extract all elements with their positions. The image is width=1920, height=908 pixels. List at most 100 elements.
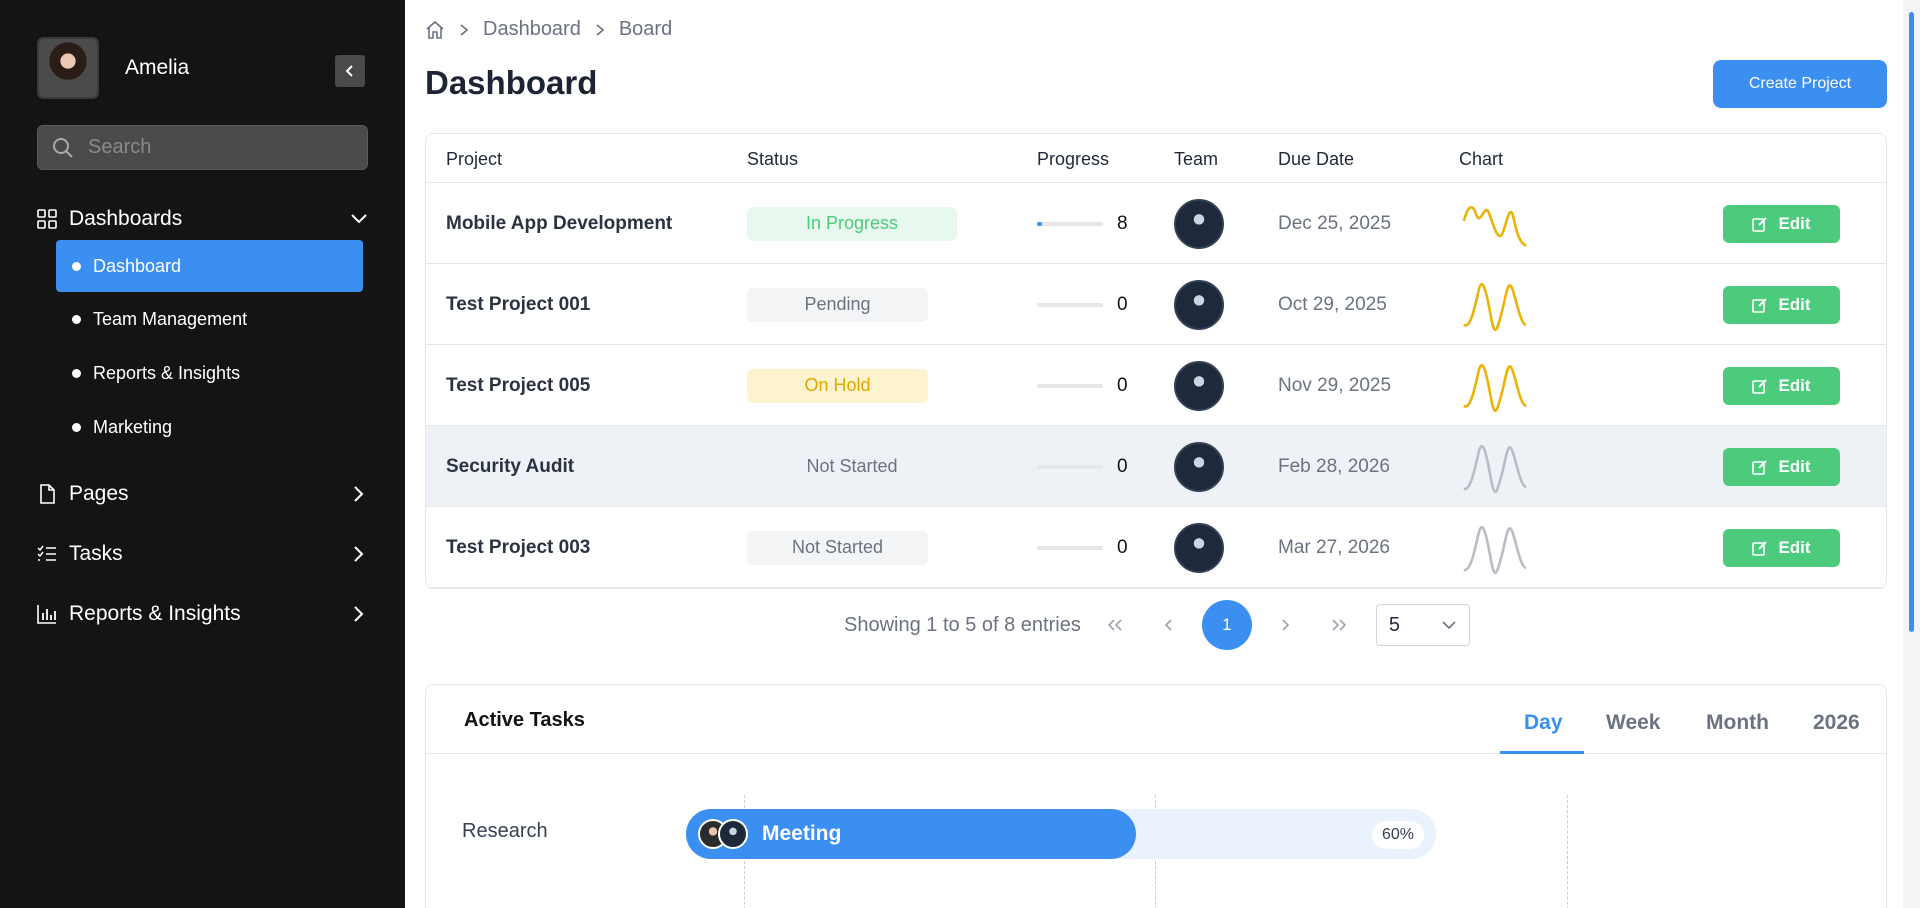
- grid-icon: [37, 209, 57, 229]
- table-row[interactable]: Test Project 001 Pending 0 Oct 29, 2025 Edit: [426, 264, 1886, 345]
- tab-week[interactable]: Week: [1606, 711, 1660, 735]
- status-cell: In Progress: [747, 183, 957, 264]
- table-row[interactable]: Test Project 003 Not Started 0 Mar 27, 2026…: [426, 507, 1886, 588]
- column-header-due-date[interactable]: Due Date: [1278, 149, 1354, 170]
- page-title: Dashboard: [425, 64, 598, 101]
- search-icon: [53, 137, 73, 158]
- sidebar-item-dashboard[interactable]: Dashboard: [56, 240, 363, 292]
- page-size-value: 5: [1388, 613, 1400, 636]
- column-header-progress[interactable]: Progress: [1037, 149, 1109, 170]
- page-size-select[interactable]: 5: [1375, 604, 1470, 646]
- collapse-sidebar-button[interactable]: [335, 55, 365, 87]
- team-cell: [1174, 264, 1224, 345]
- task-category-label: Research: [462, 820, 548, 842]
- project-cell: Test Project 005: [446, 345, 590, 426]
- file-icon: [40, 484, 55, 504]
- column-header-status[interactable]: Status: [747, 149, 798, 170]
- avatar[interactable]: [1174, 522, 1224, 573]
- scrollbar[interactable]: [1903, 0, 1920, 908]
- nav-group-tasks[interactable]: Tasks: [37, 539, 368, 569]
- sidebar-item-team-management[interactable]: Team Management: [56, 293, 363, 345]
- avatar[interactable]: [1174, 279, 1224, 330]
- due-date: Nov 29, 2025: [1278, 374, 1392, 396]
- actions-cell: Edit: [1723, 183, 1840, 264]
- actions-cell: Edit: [1723, 264, 1840, 345]
- progress-cell: 0: [1037, 264, 1128, 345]
- tab-year[interactable]: 2026: [1813, 711, 1860, 735]
- task-progress-label: 60%: [1372, 821, 1424, 849]
- nav-group-reports-insights[interactable]: Reports & Insights: [37, 599, 368, 629]
- edit-label: Edit: [1778, 537, 1811, 557]
- prev-page-icon[interactable]: [1153, 618, 1185, 632]
- breadcrumb-board[interactable]: Board: [619, 18, 672, 41]
- edit-icon: [1752, 540, 1768, 556]
- edit-icon: [1752, 378, 1768, 394]
- team-cell: [1174, 426, 1224, 507]
- chevron-right-icon: [457, 23, 471, 37]
- avatar[interactable]: [1174, 441, 1224, 492]
- list-check-icon: [37, 545, 56, 561]
- avatar[interactable]: [1174, 198, 1224, 249]
- sparkline-path: [1462, 205, 1527, 247]
- last-page-icon[interactable]: [1323, 618, 1355, 632]
- sparkline-chart: [1463, 282, 1527, 331]
- actions-cell: Edit: [1723, 426, 1840, 507]
- status-badge: On Hold: [747, 368, 928, 403]
- edit-button[interactable]: Edit: [1723, 366, 1840, 405]
- table-row[interactable]: Mobile App Development In Progress 8 Dec 25…: [426, 183, 1886, 264]
- edit-button[interactable]: Edit: [1723, 447, 1840, 486]
- scrollbar-thumb[interactable]: [1909, 12, 1914, 632]
- progress-bar: [1037, 464, 1103, 469]
- project-name: Test Project 003: [446, 536, 591, 558]
- sidebar-item-reports-insights[interactable]: Reports & Insights: [56, 347, 363, 399]
- create-project-button[interactable]: Create Project: [1713, 60, 1887, 108]
- sidebar-item-label: Dashboard: [93, 255, 182, 276]
- sparkline-path: [1463, 525, 1527, 574]
- sidebar-item-marketing[interactable]: Marketing: [56, 401, 363, 453]
- task-bar[interactable]: Meeting: [686, 809, 1136, 859]
- status-cell: Not Started: [747, 426, 957, 507]
- table-row[interactable]: Security Audit Not Started 0 Feb 28, 2026 Ed…: [426, 426, 1886, 507]
- search-box[interactable]: [37, 125, 368, 170]
- status-cell: On Hold: [747, 345, 928, 426]
- avatar[interactable]: [1174, 360, 1224, 411]
- nav-group-pages[interactable]: Pages: [37, 479, 368, 509]
- table-row[interactable]: Test Project 005 On Hold 0 Nov 29, 2025 Edit: [426, 345, 1886, 426]
- project-cell: Mobile App Development: [446, 183, 672, 264]
- first-page-icon[interactable]: [1099, 618, 1131, 632]
- progress-cell: 0: [1037, 345, 1128, 426]
- tab-day[interactable]: Day: [1524, 711, 1563, 735]
- active-tasks-header: Active Tasks Day Week Month 2026: [426, 685, 1886, 754]
- edit-button[interactable]: Edit: [1723, 528, 1840, 567]
- page-number-button[interactable]: 1: [1201, 600, 1252, 650]
- column-header-project[interactable]: Project: [446, 149, 502, 170]
- progress-bar: [1037, 545, 1103, 550]
- nav-group-label: Tasks: [69, 542, 123, 565]
- progress-value: 0: [1117, 374, 1128, 396]
- sidebar-item-label: Reports & Insights: [93, 362, 241, 383]
- breadcrumb-dashboard[interactable]: Dashboard: [483, 18, 581, 41]
- chevron-down-icon: [1442, 621, 1456, 630]
- due-date-cell: Feb 28, 2026: [1278, 426, 1390, 507]
- sparkline-path: [1463, 444, 1527, 493]
- search-input[interactable]: [88, 136, 348, 159]
- edit-label: Edit: [1778, 456, 1811, 476]
- progress-value: 0: [1117, 293, 1128, 315]
- sparkline-chart: [1463, 525, 1527, 574]
- home-icon[interactable]: [425, 20, 445, 40]
- edit-button[interactable]: Edit: [1723, 285, 1840, 324]
- project-cell: Test Project 001: [446, 264, 590, 345]
- tab-month[interactable]: Month: [1706, 711, 1769, 735]
- user-profile[interactable]: Amelia: [37, 37, 189, 99]
- next-page-icon[interactable]: [1269, 618, 1301, 632]
- nav-group-dashboards[interactable]: Dashboards: [37, 204, 368, 234]
- status-badge: Not Started: [806, 456, 898, 476]
- actions-cell: Edit: [1723, 507, 1840, 588]
- team-cell: [1174, 183, 1224, 264]
- active-tab-indicator: [1500, 751, 1584, 754]
- column-header-chart[interactable]: Chart: [1459, 149, 1503, 170]
- edit-button[interactable]: Edit: [1723, 204, 1840, 243]
- column-header-team[interactable]: Team: [1174, 149, 1218, 170]
- chevron-left-icon: [345, 65, 353, 77]
- progress-bar: [1037, 302, 1103, 307]
